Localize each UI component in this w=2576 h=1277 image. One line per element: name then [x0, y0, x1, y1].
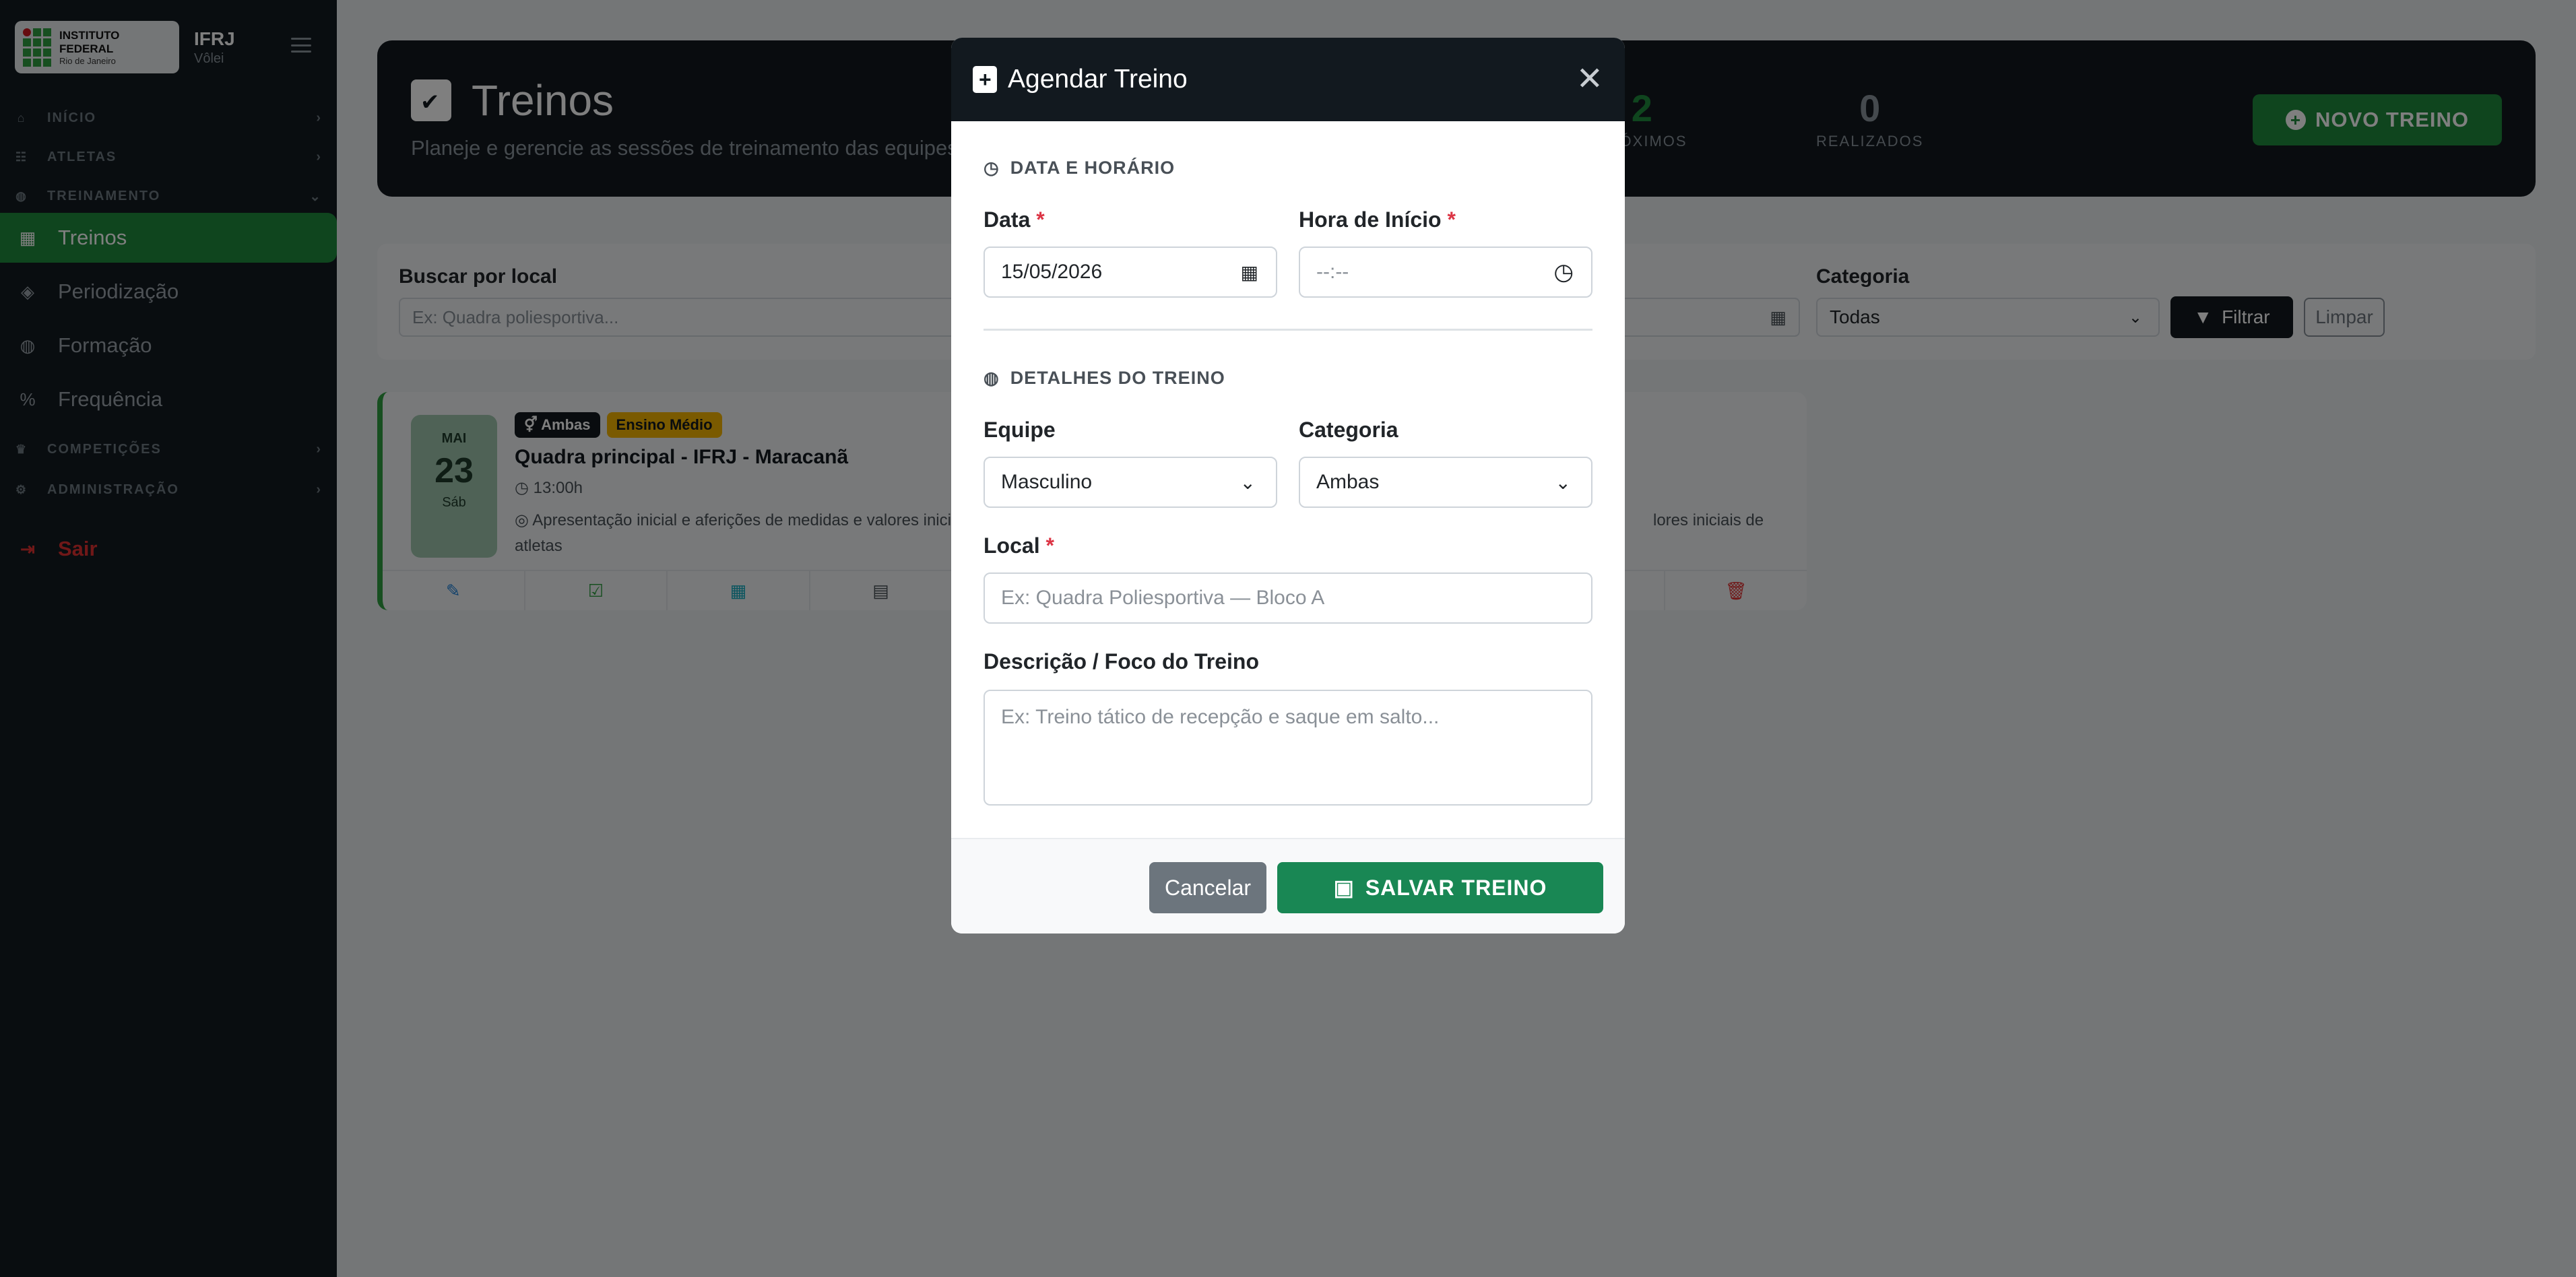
category-select[interactable]: Ambas ⌄ — [1299, 457, 1592, 508]
modal-footer: Cancelar ▣ SALVAR TREINO — [951, 838, 1625, 934]
local-input[interactable]: Ex: Quadra Poliesportiva — Bloco A — [984, 572, 1592, 624]
clock-icon: ◷ — [984, 158, 1000, 178]
required-mark: * — [1447, 207, 1456, 232]
cancel-button[interactable]: Cancelar — [1149, 862, 1266, 913]
team-select[interactable]: Masculino ⌄ — [984, 457, 1277, 508]
date-label: Data * — [984, 207, 1045, 232]
section-datetime: ◷ DATA E HORÁRIO — [984, 158, 1175, 178]
description-textarea[interactable]: Ex: Treino tático de recepção e saque em… — [984, 690, 1592, 806]
save-training-label: SALVAR TREINO — [1365, 875, 1547, 900]
date-field[interactable]: 15/05/2026 ▦ — [984, 247, 1277, 298]
local-label: Local * — [984, 533, 1054, 558]
section-datetime-label: DATA E HORÁRIO — [1010, 158, 1176, 178]
section-details: ◍ DETALHES DO TREINO — [984, 368, 1225, 389]
modal-header: Agendar Treino ✕ — [951, 38, 1625, 121]
local-label-text: Local — [984, 533, 1040, 558]
date-label-text: Data — [984, 207, 1031, 232]
schedule-training-modal: Agendar Treino ✕ ◷ DATA E HORÁRIO Data *… — [951, 38, 1625, 934]
start-time-value: --:-- — [1316, 261, 1349, 283]
calendar-plus-icon — [973, 66, 997, 93]
time-label: Hora de Início * — [1299, 207, 1456, 232]
modal-title: Agendar Treino — [1008, 65, 1188, 94]
clock-icon[interactable]: ◷ — [1553, 259, 1574, 286]
chevron-down-icon: ⌄ — [1239, 471, 1256, 493]
volleyball-icon: ◍ — [984, 368, 1000, 388]
team-label: Equipe — [984, 418, 1056, 442]
chevron-down-icon: ⌄ — [1555, 471, 1571, 493]
calendar-icon[interactable]: ▦ — [1241, 261, 1258, 284]
start-time-field[interactable]: --:-- ◷ — [1299, 247, 1592, 298]
required-mark: * — [1036, 207, 1045, 232]
category-label: Categoria — [1299, 418, 1398, 442]
required-mark: * — [1045, 533, 1054, 558]
category-select-value: Ambas — [1316, 471, 1380, 493]
close-icon[interactable]: ✕ — [1576, 63, 1603, 96]
save-icon: ▣ — [1333, 876, 1355, 900]
description-label: Descrição / Foco do Treino — [984, 649, 1259, 674]
time-label-text: Hora de Início — [1299, 207, 1442, 232]
section-divider — [984, 329, 1592, 331]
team-select-value: Masculino — [1001, 471, 1093, 493]
date-field-value: 15/05/2026 — [1001, 261, 1103, 283]
save-training-button[interactable]: ▣ SALVAR TREINO — [1277, 862, 1603, 913]
section-details-label: DETALHES DO TREINO — [1010, 368, 1225, 388]
